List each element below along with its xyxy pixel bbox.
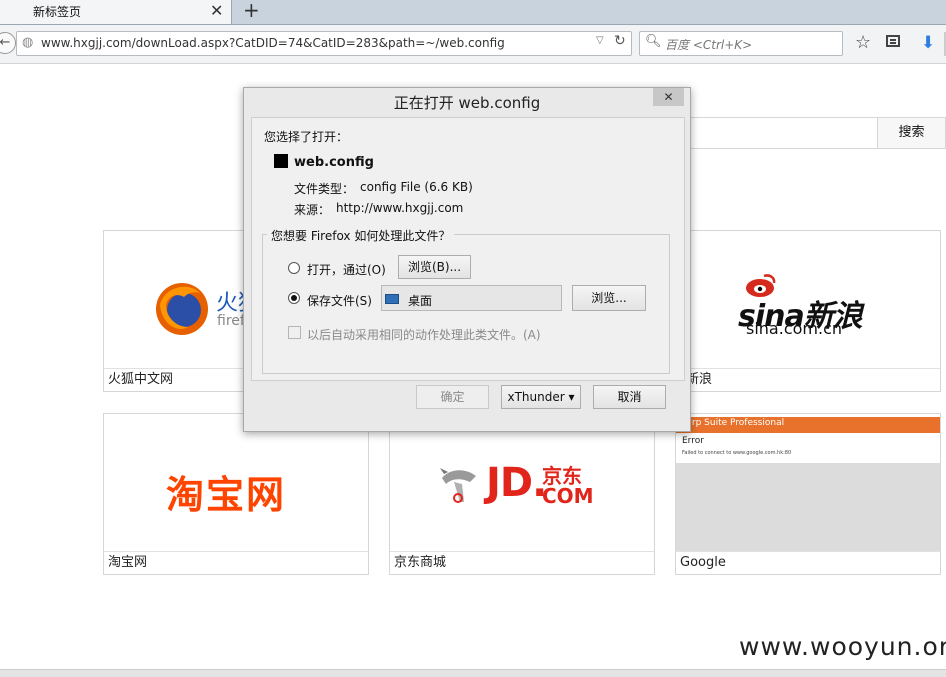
reload-icon[interactable]: ↻: [614, 33, 626, 49]
watermark: www.wooyun.org: [739, 632, 946, 661]
file-type-label: 文件类型：: [294, 182, 355, 196]
firefox-logo-subtext: firef: [217, 313, 245, 329]
browse-app-button[interactable]: 浏览(B)...: [398, 255, 471, 279]
save-file-label[interactable]: 保存文件(S): [307, 292, 372, 309]
search-icon[interactable]: 🔍︎: [645, 34, 662, 49]
search-placeholder: 百度 <Ctrl+K>: [665, 38, 753, 52]
bookmarks-menu-icon[interactable]: [886, 35, 900, 47]
bookmark-star-icon[interactable]: ☆: [855, 32, 871, 53]
save-location-text: 桌面: [408, 294, 433, 308]
jd-dog-icon: [440, 468, 476, 503]
burp-error-box: Error Failed to connect to www.google.co…: [676, 433, 940, 463]
download-icon[interactable]: ⬇: [921, 33, 935, 53]
jd-logo-com: COM: [542, 484, 594, 508]
tab-close-icon[interactable]: ✕: [210, 1, 223, 20]
globe-icon: ◍: [22, 35, 34, 50]
jd-logo-text: JD.: [486, 460, 547, 506]
ok-button[interactable]: 确定: [416, 385, 489, 409]
file-type-value: config File (6.6 KB): [360, 180, 473, 194]
burp-header-bar: Burp Suite Professional: [676, 417, 940, 433]
tile-google[interactable]: Burp Suite Professional Error Failed to …: [675, 413, 941, 575]
desktop-icon: [385, 294, 399, 304]
dialog-close-button[interactable]: ✕: [653, 88, 684, 106]
burp-header-text: Burp Suite Professional: [680, 418, 785, 428]
burp-error-heading: Error: [682, 436, 704, 446]
new-tab-button[interactable]: +: [243, 0, 260, 22]
source-value: http://www.hxgjj.com: [336, 201, 464, 215]
firefox-logo-icon: [156, 283, 208, 335]
tile-label: 京东商城: [390, 551, 654, 574]
tab-title: 新标签页: [33, 5, 82, 19]
tile-label: Google: [676, 551, 940, 574]
url-history-dropdown-icon[interactable]: ▽: [596, 35, 604, 46]
source-label: 来源：: [294, 203, 331, 217]
auto-action-checkbox[interactable]: [288, 326, 301, 339]
action-question: 您想要 Firefox 如何处理此文件？: [267, 227, 455, 244]
auto-action-label: 以后自动采用相同的动作处理此类文件。(A): [307, 328, 541, 342]
save-file-radio[interactable]: [288, 292, 300, 304]
taobao-logo-text: 淘宝网: [166, 473, 287, 517]
sina-logo-subtext: sina.com.cn: [746, 319, 843, 338]
dialog-title: 正在打开 web.config: [393, 94, 541, 112]
you-chose-label: 您选择了打开：: [264, 130, 349, 144]
filename: web.config: [294, 155, 374, 170]
tile-taobao[interactable]: 淘宝网 淘宝网: [103, 413, 369, 575]
tile-jd[interactable]: JD. 京东 COM 京东商城: [389, 413, 655, 575]
tile-label: 淘宝网: [104, 551, 368, 574]
file-icon: [274, 154, 288, 168]
page-search-button[interactable]: 搜索: [877, 117, 946, 149]
cancel-button[interactable]: 取消: [593, 385, 666, 409]
open-with-label[interactable]: 打开，通过(O): [307, 261, 386, 278]
browse-folder-button[interactable]: 浏览...: [572, 285, 646, 311]
url-text[interactable]: www.hxgjj.com/downLoad.aspx?CatDID=74&Ca…: [41, 36, 505, 50]
page-search-input[interactable]: [686, 117, 878, 149]
burp-error-text: Failed to connect to www.google.com.hk:8…: [682, 450, 792, 456]
xthunder-button[interactable]: xThunder ▾: [501, 385, 581, 409]
open-with-radio[interactable]: [288, 262, 300, 274]
tile-sina[interactable]: sina新浪 sina.com.cn 新浪: [675, 230, 941, 392]
thumbnail-background: [676, 463, 940, 551]
tile-label: 新浪: [676, 368, 940, 391]
